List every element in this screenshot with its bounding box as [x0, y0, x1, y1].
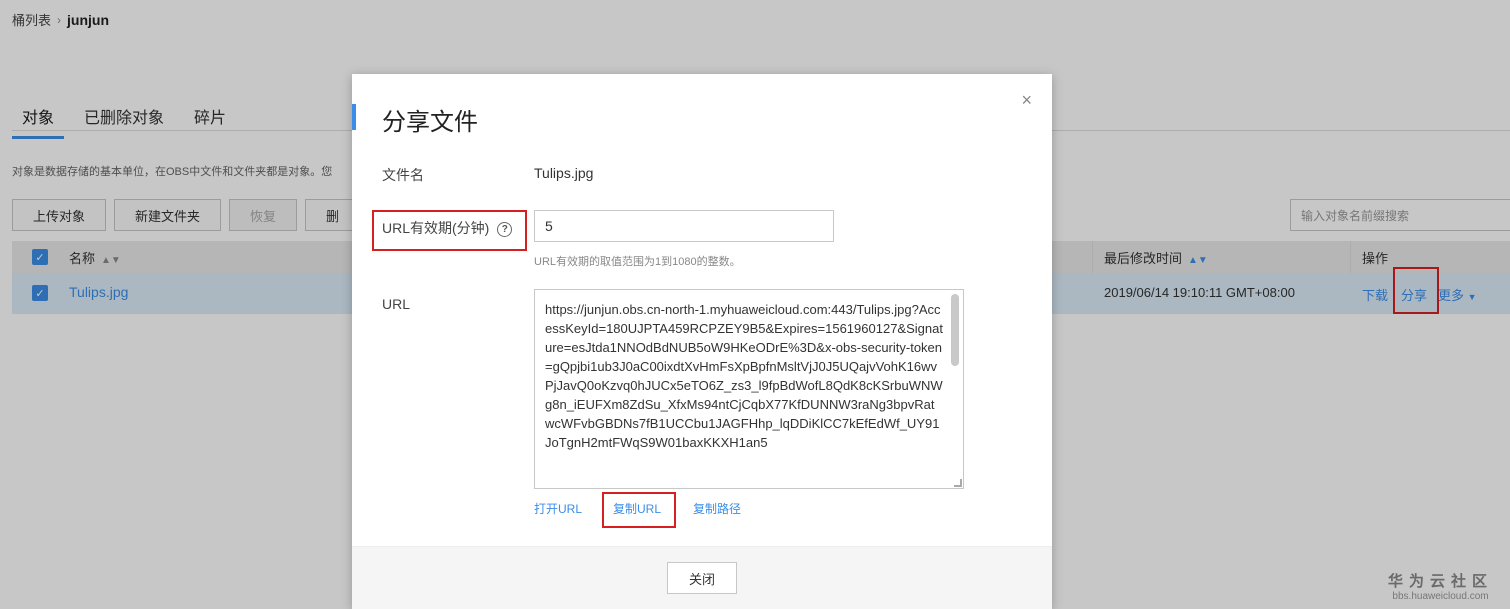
url-validity-input[interactable]: 5: [534, 210, 834, 242]
url-label: URL: [382, 296, 411, 312]
copy-path-link[interactable]: 复制路径: [693, 500, 741, 517]
filename-value: Tulips.jpg: [534, 165, 594, 181]
scrollbar-thumb[interactable]: [951, 294, 959, 366]
share-file-dialog: 分享文件 × 文件名 Tulips.jpg URL有效期(分钟)? 5 URL有…: [352, 74, 1052, 609]
url-text: https://junjun.obs.cn-north-1.myhuaweicl…: [545, 302, 943, 450]
dialog-title: 分享文件: [382, 109, 478, 136]
copy-url-highlight-box: [602, 492, 676, 528]
close-button[interactable]: 关闭: [667, 562, 737, 594]
title-accent-bar: [352, 104, 356, 130]
filename-label: 文件名: [382, 167, 424, 183]
resize-handle[interactable]: [954, 479, 962, 487]
open-url-link[interactable]: 打开URL: [534, 500, 582, 517]
url-textarea[interactable]: https://junjun.obs.cn-north-1.myhuaweicl…: [534, 289, 964, 489]
close-icon[interactable]: ×: [1021, 90, 1032, 111]
url-validity-highlight-box: [372, 210, 527, 251]
url-validity-hint: URL有效期的取值范围为1到1080的整数。: [534, 256, 741, 268]
